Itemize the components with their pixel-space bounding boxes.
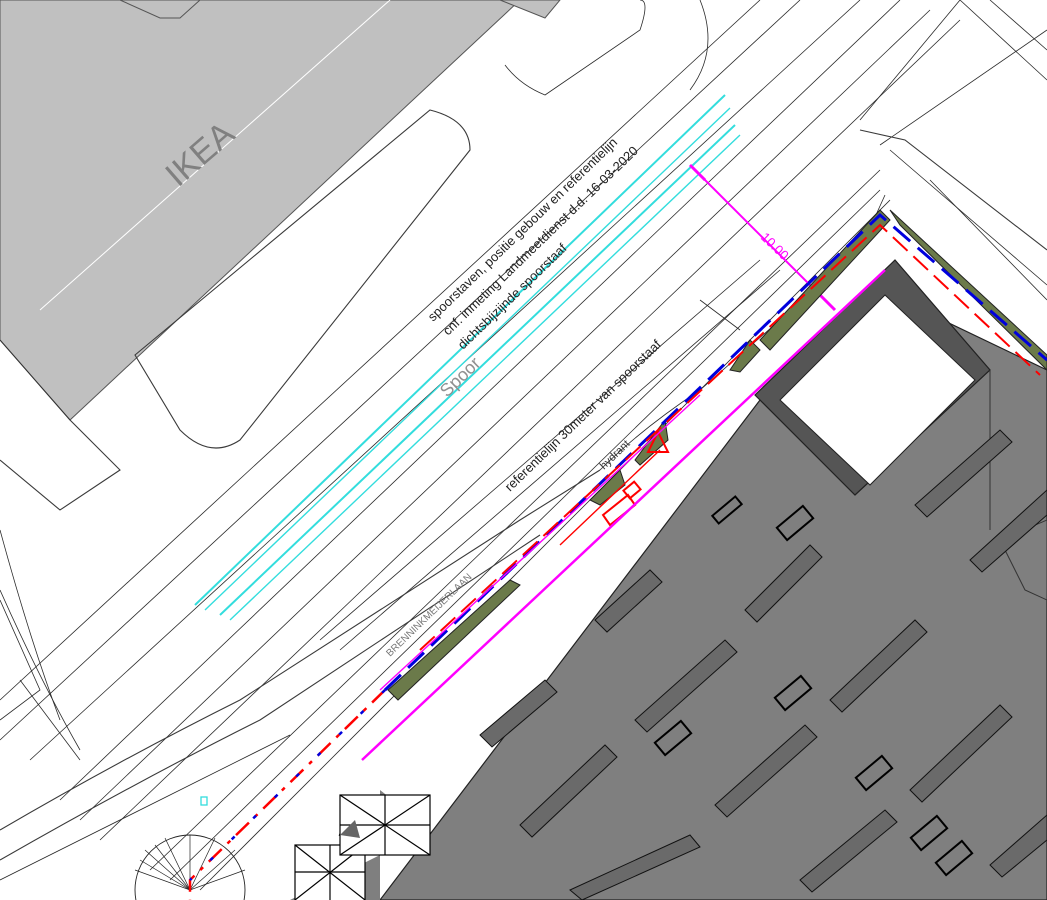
site-plan-map: 10.00 IKEA spoorstaven, positie gebouw e… <box>0 0 1047 900</box>
dimension-label: 10.00 <box>758 229 792 262</box>
rail-label: Spoor <box>436 353 484 401</box>
ikea-building <box>0 0 561 421</box>
hydrant-label: hydrant <box>598 438 633 472</box>
reference-line-label: referentielijn 30meter van spoorstaaf <box>502 337 664 495</box>
marker <box>200 796 208 806</box>
